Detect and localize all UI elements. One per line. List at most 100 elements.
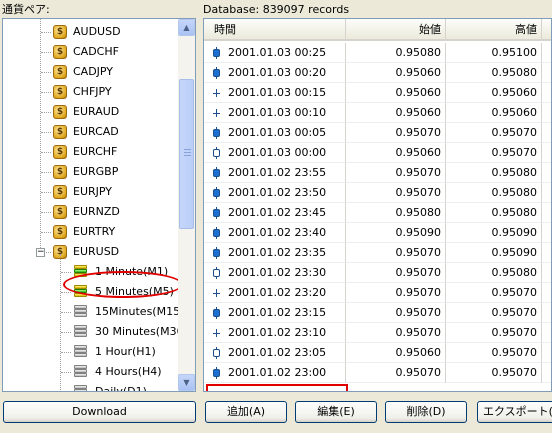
tree-branch-line bbox=[61, 312, 71, 313]
column-header-open[interactable]: 始値 bbox=[346, 19, 446, 41]
tree-item-eurjpy[interactable]: $ EURJPY bbox=[3, 182, 179, 202]
symbol-tree-list: $ AUDUSD $ CADCHF $ CADJPY $ CHFJPY $ EURAUD $ EURC… bbox=[3, 19, 179, 391]
add-button[interactable]: 追加(A) bbox=[205, 401, 287, 423]
symbol-tree[interactable]: $ AUDUSD $ CADCHF $ CADJPY $ CHFJPY $ EURAUD $ EURC… bbox=[2, 18, 196, 392]
tree-item-eurtry[interactable]: $ EURTRY bbox=[3, 222, 179, 242]
high-cell: 0.95070 bbox=[446, 303, 542, 323]
timeframe-item[interactable]: 1 Hour(H1) bbox=[3, 342, 179, 362]
table-row[interactable]: 2001.01.03 00:20 0.95060 0.95080 bbox=[204, 63, 551, 83]
currency-icon: $ bbox=[53, 225, 67, 239]
time-cell: 2001.01.02 23:30 bbox=[204, 263, 346, 283]
tree-branch-line bbox=[41, 92, 51, 93]
table-row[interactable]: 2001.01.02 23:50 0.95070 0.95080 bbox=[204, 183, 551, 203]
delete-button[interactable]: 削除(D) bbox=[385, 401, 467, 423]
time-cell: 2001.01.02 23:15 bbox=[204, 303, 346, 323]
column-header-extra[interactable] bbox=[542, 19, 551, 41]
timeframe-item[interactable]: 15Minutes(M15) bbox=[3, 302, 179, 322]
open-cell: 0.95060 bbox=[346, 103, 446, 123]
tree-item-cadjpy[interactable]: $ CADJPY bbox=[3, 62, 179, 82]
table-row[interactable]: 2001.01.02 23:05 0.95060 0.95070 bbox=[204, 343, 551, 363]
tree-item-chfjpy[interactable]: $ CHFJPY bbox=[3, 82, 179, 102]
table-row[interactable]: 2001.01.02 23:45 0.95080 0.95080 bbox=[204, 203, 551, 223]
time-value: 2001.01.02 23:15 bbox=[228, 306, 327, 319]
extra-cell bbox=[542, 143, 551, 163]
currency-icon: $ bbox=[53, 85, 67, 99]
column-header-time[interactable]: 時間 bbox=[204, 19, 346, 41]
collapse-toggle[interactable]: − bbox=[36, 248, 45, 257]
extra-cell bbox=[542, 343, 551, 363]
time-cell: 2001.01.02 23:00 bbox=[204, 363, 346, 383]
table-row[interactable]: 2001.01.02 23:35 0.95070 0.95090 bbox=[204, 243, 551, 263]
time-cell: 2001.01.02 23:10 bbox=[204, 323, 346, 343]
high-cell: 0.95070 bbox=[446, 343, 542, 363]
currency-icon: $ bbox=[53, 205, 67, 219]
tree-branch-line bbox=[61, 332, 71, 333]
tree-item-cadchf[interactable]: $ CADCHF bbox=[3, 42, 179, 62]
tree-branch-line bbox=[41, 72, 51, 73]
table-row[interactable]: 2001.01.03 00:10 0.95060 0.95060 bbox=[204, 103, 551, 123]
candle-icon bbox=[212, 367, 221, 379]
table-row[interactable]: 2001.01.03 00:00 0.95060 0.95070 bbox=[204, 143, 551, 163]
tree-branch-line bbox=[41, 192, 51, 193]
high-cell: 0.95080 bbox=[446, 263, 542, 283]
tree-branch-line bbox=[41, 52, 51, 53]
open-cell: 0.95070 bbox=[346, 363, 446, 383]
open-cell: 0.95070 bbox=[346, 163, 446, 183]
scroll-down-button[interactable]: ▼ bbox=[178, 374, 195, 391]
candle-icon bbox=[212, 87, 221, 99]
tree-branch-line bbox=[41, 152, 51, 153]
edit-button[interactable]: 編集(E) bbox=[295, 401, 377, 423]
table-row[interactable]: 2001.01.02 23:15 0.95070 0.95070 bbox=[204, 303, 551, 323]
tree-item-label: CADJPY bbox=[73, 65, 114, 78]
tree-item-eurusd[interactable]: − $ EURUSD bbox=[3, 242, 179, 262]
records-table[interactable]: 時間 始値 高値 2001.01.03 00:25 0.95080 0.95100 2… bbox=[203, 18, 552, 392]
tree-item-eurchf[interactable]: $ EURCHF bbox=[3, 142, 179, 162]
time-cell: 2001.01.03 00:10 bbox=[204, 103, 346, 123]
high-cell: 0.95080 bbox=[446, 63, 542, 83]
table-row[interactable]: 2001.01.02 23:55 0.95070 0.95080 bbox=[204, 163, 551, 183]
timeframe-item[interactable]: 4 Hours(H4) bbox=[3, 362, 179, 382]
extra-cell bbox=[542, 223, 551, 243]
candle-icon bbox=[212, 227, 221, 239]
tree-branch-line bbox=[41, 132, 51, 133]
timeframe-item[interactable]: 30 Minutes(M30) bbox=[3, 322, 179, 342]
tree-item-eurgbp[interactable]: $ EURGBP bbox=[3, 162, 179, 182]
column-header-high[interactable]: 高値 bbox=[446, 19, 542, 41]
extra-cell bbox=[542, 323, 551, 343]
high-cell: 0.95100 bbox=[446, 43, 542, 63]
table-row[interactable]: 2001.01.03 00:15 0.95060 0.95060 bbox=[204, 83, 551, 103]
time-cell: 2001.01.03 00:20 bbox=[204, 63, 346, 83]
open-cell: 0.95080 bbox=[346, 43, 446, 63]
table-row[interactable]: 2001.01.02 23:40 0.95090 0.95090 bbox=[204, 223, 551, 243]
time-value: 2001.01.02 23:20 bbox=[228, 286, 327, 299]
candle-icon bbox=[212, 127, 221, 139]
timeframe-item[interactable]: Daily(D1) bbox=[3, 382, 179, 391]
export-button[interactable]: エクスポート( bbox=[477, 401, 552, 423]
tree-item-euraud[interactable]: $ EURAUD bbox=[3, 102, 179, 122]
open-cell: 0.95070 bbox=[346, 303, 446, 323]
tree-item-audusd[interactable]: $ AUDUSD bbox=[3, 22, 179, 42]
table-row[interactable]: 2001.01.02 23:10 0.95070 0.95070 bbox=[204, 323, 551, 343]
tree-item-label: EURJPY bbox=[73, 185, 112, 198]
high-cell: 0.95060 bbox=[446, 83, 542, 103]
download-button[interactable]: Download bbox=[3, 401, 196, 423]
time-value: 2001.01.02 23:30 bbox=[228, 266, 327, 279]
tree-branch-line bbox=[41, 172, 51, 173]
tree-item-eurnzd[interactable]: $ EURNZD bbox=[3, 202, 179, 222]
table-row[interactable]: 2001.01.03 00:25 0.95080 0.95100 bbox=[204, 43, 551, 63]
table-row[interactable]: 2001.01.03 00:05 0.95070 0.95070 bbox=[204, 123, 551, 143]
tree-vertical-scrollbar[interactable]: ▲ ▼ bbox=[178, 19, 195, 391]
candle-icon bbox=[212, 147, 221, 159]
tree-item-label: EURUSD bbox=[73, 245, 120, 258]
time-value: 2001.01.03 00:25 bbox=[228, 46, 327, 59]
scroll-up-button[interactable]: ▲ bbox=[178, 19, 195, 36]
open-cell: 0.95070 bbox=[346, 183, 446, 203]
high-cell: 0.95080 bbox=[446, 183, 542, 203]
table-row[interactable]: 2001.01.02 23:20 0.95070 0.95070 bbox=[204, 283, 551, 303]
candle-icon bbox=[212, 67, 221, 79]
table-row[interactable]: 2001.01.02 23:30 0.95070 0.95080 bbox=[204, 263, 551, 283]
time-cell: 2001.01.02 23:20 bbox=[204, 283, 346, 303]
tree-item-eurcad[interactable]: $ EURCAD bbox=[3, 122, 179, 142]
table-row[interactable]: 2001.01.02 23:00 0.95070 0.95070 bbox=[204, 363, 551, 383]
scroll-thumb[interactable] bbox=[179, 79, 194, 229]
